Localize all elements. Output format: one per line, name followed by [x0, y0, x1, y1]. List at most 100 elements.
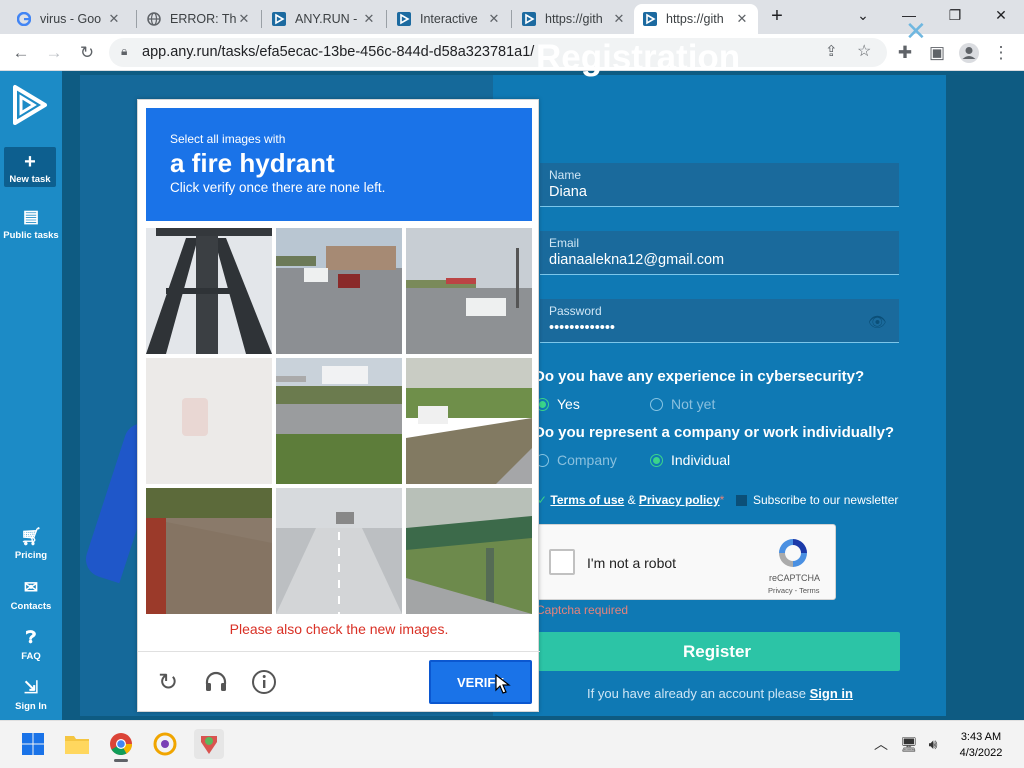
email-field[interactable]: Email dianaalekna12@gmail.com [540, 231, 899, 275]
name-field[interactable]: Name Diana [540, 163, 899, 207]
window-close-button[interactable]: ✕ [978, 0, 1024, 30]
volume-icon[interactable]: 🔊︎ [918, 729, 948, 759]
radio-yes[interactable]: Yes [536, 396, 580, 412]
radio-checked-icon [650, 453, 663, 467]
terms-row: ✓ Terms of use & Privacy policy* [537, 493, 725, 507]
share-icon[interactable]: ⇪ [825, 42, 838, 60]
app-icon[interactable] [194, 729, 224, 759]
anyrun-icon [521, 11, 537, 27]
mail-icon: ✉ [23, 578, 39, 597]
sidebar-item-public-tasks[interactable]: ▤ Public tasks [0, 207, 62, 241]
captcha-error: Captcha required [536, 603, 629, 617]
eye-icon[interactable]: 👁︎ [868, 313, 887, 331]
profile-avatar[interactable] [956, 40, 982, 66]
password-field[interactable]: Password ••••••••••••• 👁︎ [540, 299, 899, 343]
recaptcha-checkbox[interactable] [549, 549, 575, 575]
app-icon[interactable] [150, 729, 180, 759]
radio-company[interactable]: Company [536, 452, 617, 468]
address-bar[interactable]: 🔒︎ app.any.run/tasks/efa5ecac-13be-456c-… [109, 38, 887, 67]
cart-icon: 🛒︎ [20, 527, 42, 546]
sign-in-link[interactable]: Sign in [810, 686, 853, 701]
tab-github-active[interactable]: https://gith ✕ [634, 4, 758, 34]
image-tile[interactable] [406, 358, 532, 484]
newsletter-checkbox[interactable]: Subscribe to our newsletter [736, 493, 898, 507]
image-tile[interactable] [406, 228, 532, 354]
company-question: Do you represent a company or work indiv… [534, 424, 895, 441]
chevron-up-icon[interactable]: ︿ [866, 729, 896, 759]
radio-unchecked-icon [650, 397, 663, 411]
image-tile[interactable] [406, 488, 532, 614]
windows-start-icon[interactable] [18, 729, 48, 759]
challenge-error: Please also check the new images. [229, 621, 449, 637]
experience-question: Do you have any experience in cybersecur… [534, 368, 865, 385]
taskbar: ︿ 🖥︎ 🔊︎ 3:43 AM 4/3/2022 [0, 720, 1024, 768]
back-button[interactable]: ← [8, 40, 34, 66]
tab-google[interactable]: virus - Goo ✕ [8, 4, 130, 34]
recaptcha-icon [775, 535, 811, 571]
sidebar-item-contacts[interactable]: ✉ Contacts [0, 578, 62, 612]
page-title: Registration [536, 38, 741, 77]
document-icon: ▤ [22, 207, 40, 226]
divider [138, 651, 540, 652]
anyrun-logo [9, 83, 51, 132]
plus-icon: + [24, 151, 36, 173]
close-icon[interactable]: ✕ [486, 11, 502, 27]
close-icon[interactable]: ✕ [106, 11, 122, 27]
help-icon: ❓︎ [25, 628, 37, 647]
challenge-header: Select all images with a fire hydrant Cl… [146, 108, 532, 221]
image-tile[interactable] [146, 358, 272, 484]
terms-link[interactable]: Terms of use [550, 493, 624, 507]
info-icon[interactable] [250, 668, 278, 696]
cursor-icon [495, 674, 511, 694]
tab-strip: virus - Goo ✕ ERROR: The ✕ ANY.RUN - ✕ I… [0, 0, 1024, 34]
radio-not-yet[interactable]: Not yet [650, 396, 715, 412]
new-tab-button[interactable]: + [764, 3, 790, 29]
checkbox-icon [736, 494, 747, 506]
sidebar-item-sign-in[interactable]: ⇲ Sign In [0, 678, 62, 712]
privacy-link[interactable]: Privacy policy [639, 493, 720, 507]
tab-interactive[interactable]: Interactive ✕ [388, 4, 510, 34]
verify-button[interactable]: VERIFY [429, 660, 532, 704]
menu-icon[interactable]: ⋮ [988, 40, 1014, 66]
captcha-challenge: Select all images with a fire hydrant Cl… [137, 99, 540, 712]
tab-github-1[interactable]: https://gith ✕ [513, 4, 635, 34]
chrome-icon[interactable] [106, 729, 136, 762]
sidebar: + New task ▤ Public tasks 🛒︎ Pricing ✉ C… [0, 71, 62, 720]
sidebar-item-new-task[interactable]: + New task [4, 147, 56, 187]
file-explorer-icon[interactable] [62, 729, 92, 759]
close-icon[interactable]: ✕ [905, 16, 927, 47]
close-icon[interactable]: ✕ [611, 11, 627, 27]
close-icon[interactable]: ✕ [361, 11, 377, 27]
anyrun-icon [642, 11, 658, 27]
close-icon[interactable]: ✕ [734, 11, 750, 27]
image-tile[interactable] [146, 488, 272, 614]
anyrun-icon [271, 11, 287, 27]
tab-error[interactable]: ERROR: The ✕ [138, 4, 260, 34]
reload-button[interactable]: ↻ [74, 40, 100, 66]
sign-in-prompt: If you have already an account please Si… [587, 686, 853, 701]
restore-button[interactable]: ❐ [932, 0, 978, 30]
chevron-down-icon[interactable]: ⌄ [840, 0, 886, 30]
image-tile[interactable] [146, 228, 272, 354]
sidebar-item-faq[interactable]: ❓︎ FAQ [0, 628, 62, 662]
tab-anyrun[interactable]: ANY.RUN - ✕ [263, 4, 385, 34]
google-icon [16, 11, 32, 27]
forward-button[interactable]: → [41, 40, 67, 66]
radio-individual[interactable]: Individual [650, 452, 730, 468]
star-icon[interactable]: ☆ [857, 41, 871, 61]
reload-icon[interactable]: ↻ [154, 668, 182, 696]
anyrun-icon [396, 11, 412, 27]
headphones-icon[interactable] [202, 668, 230, 696]
image-tile[interactable] [276, 228, 402, 354]
clock[interactable]: 3:43 AM 4/3/2022 [946, 729, 1016, 761]
close-icon[interactable]: ✕ [236, 11, 252, 27]
globe-icon [146, 11, 162, 27]
image-tile[interactable] [276, 488, 402, 614]
recaptcha-widget: I'm not a robot reCAPTCHA Privacy - Term… [536, 524, 836, 600]
sidebar-item-pricing[interactable]: 🛒︎ Pricing [0, 527, 62, 561]
image-tile[interactable] [276, 358, 402, 484]
register-button[interactable]: Register [534, 632, 900, 671]
side-panel-icon[interactable]: ▣ [924, 40, 950, 66]
lock-icon: 🔒︎ [121, 44, 128, 58]
browser-toolbar: ← → ↻ 🔒︎ app.any.run/tasks/efa5ecac-13be… [0, 34, 1024, 71]
